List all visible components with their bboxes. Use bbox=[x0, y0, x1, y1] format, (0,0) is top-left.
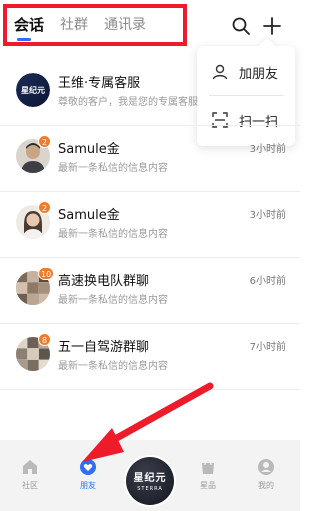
unread-badge: 8 bbox=[38, 333, 51, 346]
conversation-name: 高速换电队群聊 bbox=[58, 274, 150, 289]
conversation-time: 7小时前 bbox=[249, 342, 286, 353]
brand-logo-cn: 星纪元 bbox=[133, 473, 167, 484]
nav-label: 星品 bbox=[200, 481, 216, 490]
conversation-row[interactable]: 2 Samule金 最新一条私信的信息内容 3小时前 bbox=[0, 126, 300, 192]
unread-badge: 2 bbox=[38, 135, 51, 148]
unread-badge: 10 bbox=[38, 267, 55, 280]
nav-community[interactable]: 社区 bbox=[10, 458, 50, 491]
brand-logo: 星纪元 bbox=[16, 73, 50, 107]
conversation-name: 王维·专属客服 bbox=[58, 76, 141, 91]
nav-mine[interactable]: 我的 bbox=[246, 458, 286, 491]
brand-logo-en: STERRA bbox=[137, 486, 163, 492]
heart-chat-icon bbox=[80, 459, 96, 475]
profile-icon bbox=[258, 459, 274, 475]
friends-screen: 会话 社群 通讯录 加朋友 扫一扫 星纪元 王维·专属客服 尊敬的客户，我是您的… bbox=[0, 0, 300, 511]
conversation-list: 星纪元 王维·专属客服 尊敬的客户，我是您的专属客服 2 Samule金 最新一… bbox=[0, 60, 300, 390]
conversation-preview: 尊敬的客户，我是您的专属客服 bbox=[58, 97, 198, 108]
brand-center-button[interactable]: 星纪元 STERRA bbox=[126, 457, 174, 505]
annotation-highlight-box bbox=[3, 4, 187, 46]
nav-friends[interactable]: 朋友 bbox=[68, 458, 108, 491]
conversation-time: 3小时前 bbox=[249, 144, 286, 155]
conversation-name: 五一自驾游群聊 bbox=[58, 340, 150, 355]
conversation-preview: 最新一条私信的信息内容 bbox=[58, 361, 168, 372]
bottom-nav: 社区 朋友 星纪元 STERRA 星品 我的 bbox=[0, 440, 300, 511]
home-icon bbox=[23, 460, 37, 474]
conversation-row[interactable]: 10 高速换电队群聊 最新一条私信的信息内容 6小时前 bbox=[0, 258, 300, 324]
nav-label: 我的 bbox=[258, 481, 274, 490]
nav-label: 社区 bbox=[22, 481, 38, 490]
conversation-row[interactable]: 8 五一自驾游群聊 最新一条私信的信息内容 7小时前 bbox=[0, 324, 300, 390]
conversation-name: Samule金 bbox=[58, 142, 120, 157]
conversation-preview: 最新一条私信的信息内容 bbox=[58, 229, 168, 240]
conversation-time: 6小时前 bbox=[249, 276, 286, 287]
conversation-row[interactable]: 2 Samule金 最新一条私信的信息内容 3小时前 bbox=[0, 192, 300, 258]
avatar: 星纪元 bbox=[16, 73, 50, 107]
conversation-preview: 最新一条私信的信息内容 bbox=[58, 163, 168, 174]
search-icon[interactable] bbox=[231, 16, 251, 36]
conversation-row[interactable]: 星纪元 王维·专属客服 尊敬的客户，我是您的专属客服 bbox=[0, 60, 300, 126]
conversation-time: 3小时前 bbox=[249, 210, 286, 221]
nav-star-products[interactable]: 星品 bbox=[188, 458, 228, 491]
unread-badge: 2 bbox=[38, 201, 51, 214]
conversation-preview: 最新一条私信的信息内容 bbox=[58, 295, 168, 306]
conversation-name: Samule金 bbox=[58, 208, 120, 223]
plus-icon[interactable] bbox=[262, 16, 282, 36]
bag-icon bbox=[202, 460, 214, 474]
nav-label: 朋友 bbox=[80, 481, 96, 490]
